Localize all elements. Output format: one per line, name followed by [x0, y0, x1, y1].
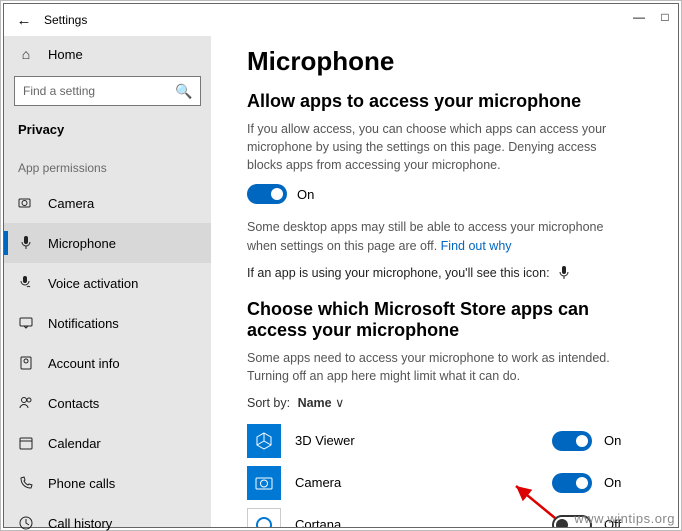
- minimize-button[interactable]: ―: [626, 4, 652, 30]
- account-icon: [18, 355, 34, 371]
- sidebar-item-voice-activation[interactable]: Voice activation: [4, 263, 211, 303]
- search-icon: 🔍: [176, 83, 192, 99]
- sidebar-item-calendar[interactable]: Calendar: [4, 423, 211, 463]
- sidebar-item-notifications[interactable]: Notifications: [4, 303, 211, 343]
- in-use-note: If an app is using your microphone, you'…: [247, 265, 642, 281]
- settings-window: ← Settings ― □ ⌂ Home Find a setting 🔍 P…: [3, 3, 679, 528]
- call-history-icon: [18, 515, 34, 531]
- sidebar-item-phone-calls[interactable]: Phone calls: [4, 463, 211, 503]
- titlebar: ← Settings ― □: [4, 4, 678, 36]
- section-allow-heading: Allow apps to access your microphone: [247, 91, 642, 112]
- camera-app-icon: [247, 466, 281, 500]
- app-toggle-camera[interactable]: [552, 473, 592, 493]
- app-toggle-3d-viewer[interactable]: [552, 431, 592, 451]
- section-choose-desc: Some apps need to access your microphone…: [247, 349, 617, 385]
- app-name: 3D Viewer: [295, 433, 552, 448]
- desktop-apps-note: Some desktop apps may still be able to a…: [247, 218, 617, 254]
- sort-control[interactable]: Sort by: Name ∨: [247, 395, 642, 410]
- window-title: Settings: [44, 13, 87, 27]
- home-button[interactable]: ⌂ Home: [4, 36, 211, 72]
- 3d-viewer-icon: [247, 424, 281, 458]
- allow-access-label: On: [297, 187, 314, 202]
- find-out-why-link[interactable]: Find out why: [441, 239, 512, 253]
- sidebar-item-call-history[interactable]: Call history: [4, 503, 211, 531]
- section-choose-heading: Choose which Microsoft Store apps can ac…: [247, 299, 642, 341]
- sidebar-item-label: Voice activation: [48, 276, 138, 291]
- app-row-camera: Camera On: [247, 462, 642, 504]
- section-label: App permissions: [4, 143, 211, 183]
- voice-icon: [18, 275, 34, 291]
- app-toggle-label: On: [604, 475, 621, 490]
- maximize-button[interactable]: □: [652, 4, 678, 30]
- notifications-icon: [18, 315, 34, 331]
- sidebar-item-label: Phone calls: [48, 476, 115, 491]
- allow-access-toggle[interactable]: [247, 184, 287, 204]
- content-pane: Microphone Allow apps to access your mic…: [211, 36, 678, 527]
- sidebar-item-label: Calendar: [48, 436, 101, 451]
- app-toggle-label: On: [604, 433, 621, 448]
- page-title: Microphone: [247, 46, 642, 77]
- sidebar-item-label: Account info: [48, 356, 120, 371]
- chevron-down-icon: ∨: [335, 396, 344, 410]
- contacts-icon: [18, 395, 34, 411]
- sidebar-item-label: Notifications: [48, 316, 119, 331]
- microphone-icon: [18, 235, 34, 251]
- phone-icon: [18, 475, 34, 491]
- watermark: www.wintips.org: [574, 511, 675, 526]
- section-allow-desc: If you allow access, you can choose whic…: [247, 120, 617, 174]
- cortana-icon: [247, 508, 281, 527]
- app-name: Cortana: [295, 517, 552, 527]
- calendar-icon: [18, 435, 34, 451]
- microphone-indicator-icon: [556, 265, 572, 281]
- home-icon: ⌂: [18, 46, 34, 62]
- sidebar-item-label: Call history: [48, 516, 112, 531]
- category-label: Privacy: [4, 116, 211, 143]
- search-placeholder: Find a setting: [23, 84, 176, 98]
- sidebar-item-contacts[interactable]: Contacts: [4, 383, 211, 423]
- home-label: Home: [48, 47, 83, 62]
- sidebar-item-label: Contacts: [48, 396, 99, 411]
- camera-icon: [18, 195, 34, 211]
- search-input[interactable]: Find a setting 🔍: [14, 76, 201, 106]
- back-button[interactable]: ←: [12, 12, 36, 29]
- sidebar: ⌂ Home Find a setting 🔍 Privacy App perm…: [4, 36, 211, 527]
- app-name: Camera: [295, 475, 552, 490]
- app-row-3d-viewer: 3D Viewer On: [247, 420, 642, 462]
- sidebar-item-microphone[interactable]: Microphone: [4, 223, 211, 263]
- sidebar-item-account-info[interactable]: Account info: [4, 343, 211, 383]
- sidebar-item-label: Microphone: [48, 236, 116, 251]
- sidebar-item-label: Camera: [48, 196, 94, 211]
- sidebar-item-camera[interactable]: Camera: [4, 183, 211, 223]
